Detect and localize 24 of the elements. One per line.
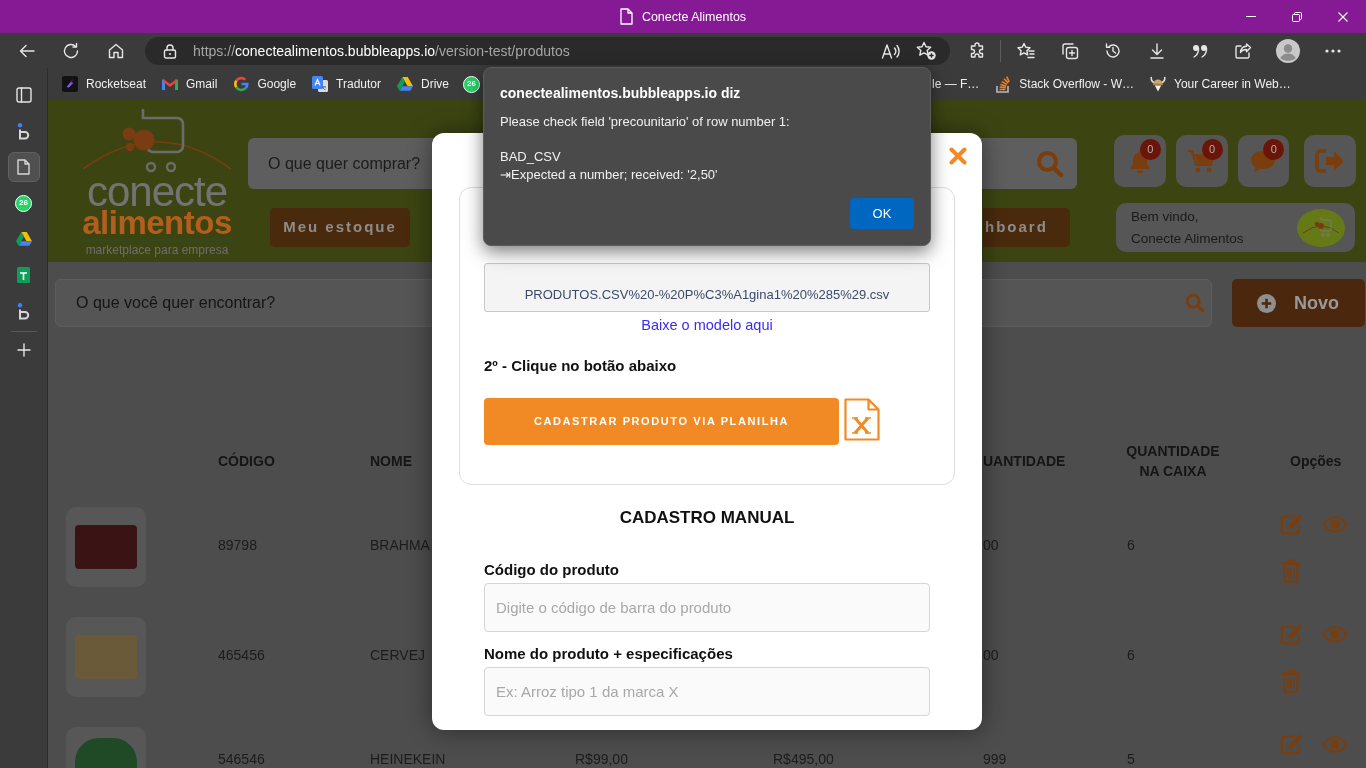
step-text: 2º - Clique no botão abaixo: [484, 357, 678, 375]
logo-wordmark: alimentos: [82, 209, 232, 237]
column-header: NOME: [370, 452, 412, 471]
logo-tagline: marketplace para empresa: [85, 243, 229, 257]
column-header: Opções: [1290, 452, 1342, 471]
dialog-message: Please check field 'precounitario' of row number 1:: [500, 113, 791, 131]
count-badge: 0: [1201, 139, 1223, 160]
logo-wordmark: conecte: [86, 175, 228, 209]
url-text: https://conectealimentos.bubbleapps.io/version-test/produtos: [193, 41, 570, 60]
section-title: CADASTRO MANUAL: [619, 508, 795, 528]
dialog-detail: ⇥Expected a number; received: '2,50': [500, 166, 719, 184]
window-title: Conecte Alimentos: [641, 8, 747, 25]
user-name: Conecte Alimentos: [1131, 229, 1244, 248]
field-label: Nome do produto + especificações: [484, 645, 734, 663]
dialog-detail: BAD_CSV: [500, 148, 562, 166]
count-badge: 0: [1139, 139, 1161, 160]
greeting-text: Bem vindo,: [1131, 207, 1200, 226]
field-label: Código do produto: [484, 561, 620, 579]
dialog-title: conectealimentos.bubbleapps.io diz: [500, 84, 742, 102]
column-header: QUANTIDADE NA CAIXA: [1125, 442, 1221, 481]
column-header: CÓDIGO: [218, 451, 275, 471]
unread-badge: 26: [15, 194, 32, 212]
column-header: UANTIDADE: [983, 452, 1066, 471]
count-badge: 0: [1263, 139, 1285, 160]
